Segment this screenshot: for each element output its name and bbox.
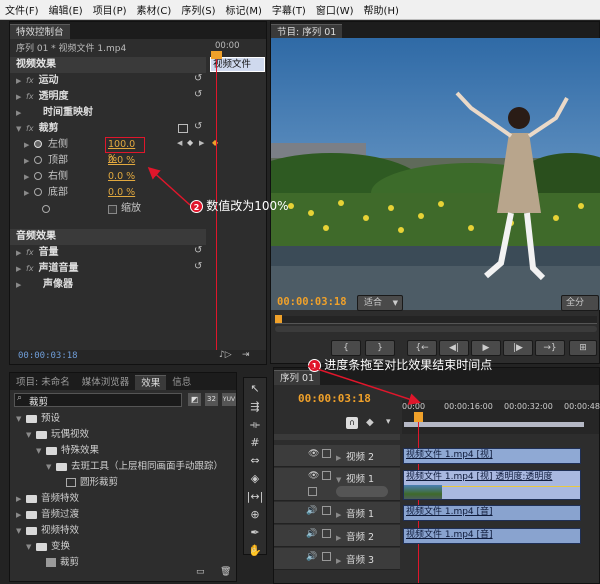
- arrow-to-value: [147, 166, 191, 206]
- arrow-to-playhead: [307, 365, 421, 405]
- annotation-arrows: [147, 166, 421, 405]
